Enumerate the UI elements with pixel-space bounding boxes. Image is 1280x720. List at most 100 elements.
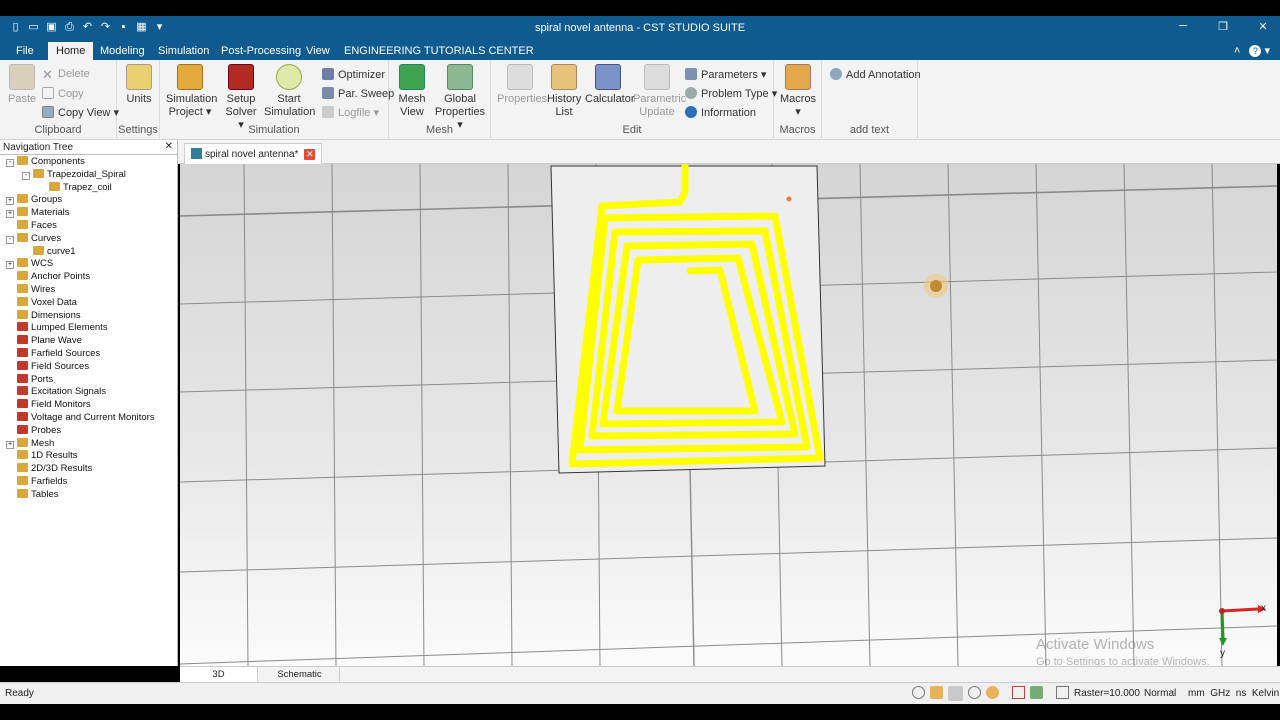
add-annotation-button[interactable]: Add Annotation — [830, 68, 921, 81]
tree-item[interactable]: Farfields — [6, 476, 67, 487]
tab-schematic[interactable]: Schematic — [260, 667, 340, 682]
tree-item[interactable]: Ports — [6, 373, 53, 385]
tree-item[interactable]: Field Monitors — [6, 399, 91, 410]
setup-solver-button[interactable]: Setup Solver ▾ — [222, 64, 260, 132]
tree-item[interactable]: Farfield Sources — [6, 348, 100, 359]
pan-icon[interactable] — [930, 686, 943, 699]
copy-button[interactable]: Copy — [42, 87, 84, 100]
zoom-icon[interactable] — [968, 686, 981, 699]
raster-readout: Raster=10.000 — [1074, 688, 1140, 699]
watermark-title: Activate Windows — [1036, 636, 1155, 653]
folder-icon — [17, 424, 28, 434]
tree-item[interactable]: Dimensions — [6, 309, 81, 321]
view-mode-readout[interactable]: Normal — [1144, 688, 1176, 699]
copy-view-button[interactable]: Copy View ▾ — [42, 106, 119, 119]
parameters-button[interactable]: Parameters ▾ — [685, 68, 766, 81]
tree-item[interactable]: - Components — [6, 156, 85, 167]
tab-post-processing[interactable]: Post-Processing — [221, 45, 301, 57]
par-sweep-button[interactable]: Par. Sweep — [322, 87, 394, 100]
3d-scene[interactable] — [180, 164, 1277, 666]
tree-item[interactable]: Probes — [6, 424, 61, 436]
tree-item[interactable]: Plane Wave — [6, 335, 82, 346]
delete-button[interactable]: ✕ Delete — [42, 68, 90, 81]
tree-item[interactable]: + Materials — [6, 207, 70, 219]
tree-expander-icon[interactable]: + — [6, 197, 14, 206]
start-simulation-button[interactable]: Start Simulation — [264, 64, 315, 119]
close-icon[interactable]: ✕ — [1252, 20, 1274, 33]
folder-icon — [17, 309, 28, 319]
tree-item[interactable]: 1D Results — [6, 450, 77, 461]
restore-icon[interactable]: ❐ — [1212, 20, 1234, 33]
optimizer-button[interactable]: Optimizer — [322, 68, 385, 81]
tree-expander-icon[interactable]: - — [22, 171, 30, 180]
grid-line — [1035, 164, 1047, 666]
tree-expander-icon[interactable]: + — [6, 261, 14, 270]
zoom-fit-icon[interactable] — [912, 686, 925, 699]
tree-item[interactable]: Voxel Data — [6, 296, 77, 308]
close-panel-icon[interactable]: ✕ — [165, 141, 173, 152]
tree-item[interactable]: Trapez_coil — [38, 181, 112, 193]
tab-home[interactable]: Home — [48, 42, 94, 60]
tree-item[interactable]: Excitation Signals — [6, 386, 106, 397]
problem-type-button[interactable]: Problem Type ▾ — [685, 87, 777, 100]
tree-item[interactable]: - Trapezoidal_Spiral — [22, 168, 126, 180]
tree-expander-icon[interactable]: + — [6, 210, 14, 219]
tree-item[interactable]: - Curves — [6, 232, 61, 244]
tab-3d[interactable]: 3D — [180, 667, 258, 682]
tab-view[interactable]: View — [306, 45, 330, 57]
tree-item[interactable]: Tables — [6, 488, 58, 500]
paste-button[interactable]: Paste — [8, 64, 36, 106]
tab-engineering-tutorials[interactable]: ENGINEERING TUTORIALS CENTER — [344, 45, 534, 57]
help-icon[interactable]: ? — [1249, 45, 1262, 57]
tree-item[interactable]: Faces — [6, 220, 57, 231]
information-button[interactable]: Information — [685, 106, 756, 119]
simulation-project-button[interactable]: Simulation Project ▾ — [166, 64, 217, 119]
minimize-icon[interactable]: ─ — [1172, 20, 1194, 33]
tree-expander-icon[interactable]: - — [6, 159, 14, 167]
units-button[interactable]: Units — [123, 64, 155, 106]
tree-expander-icon[interactable]: + — [6, 440, 14, 449]
reset-view-icon[interactable] — [986, 686, 999, 699]
folder-icon — [17, 450, 28, 460]
tree-item-label: Field Sources — [31, 360, 90, 372]
tree-item[interactable]: 2D/3D Results — [6, 463, 92, 474]
tree-item[interactable]: + WCS — [6, 258, 53, 270]
tab-simulation[interactable]: Simulation — [158, 45, 209, 57]
tree-item[interactable]: + Groups — [6, 194, 62, 206]
tree-item[interactable]: Wires — [6, 284, 55, 295]
tree-item[interactable]: curve1 — [22, 245, 76, 257]
anchor-point-marker — [786, 196, 792, 202]
tree-item[interactable]: Field Sources — [6, 360, 90, 372]
tab-file[interactable]: File — [16, 45, 34, 57]
document-tab[interactable]: spiral novel antenna* ✕ — [184, 143, 323, 164]
tree-item[interactable]: Voltage and Current Monitors — [6, 412, 155, 423]
tree-item[interactable]: Lumped Elements — [6, 322, 108, 333]
folder-icon — [17, 437, 28, 447]
history-list-button[interactable]: History List — [547, 64, 581, 119]
cube-view-icon[interactable] — [1056, 686, 1069, 699]
selection-icon[interactable] — [1012, 686, 1025, 699]
tree-expander-icon[interactable]: - — [6, 235, 14, 244]
calculator-button[interactable]: Calculator — [585, 64, 635, 106]
rotate-icon[interactable] — [948, 686, 963, 701]
macros-button[interactable]: Macros ▾ — [780, 64, 816, 119]
tree-item[interactable]: + Mesh — [6, 437, 54, 449]
properties-button[interactable]: Properties — [497, 64, 547, 106]
help-dropdown-icon[interactable]: ▾ — [1264, 45, 1270, 57]
3d-viewport[interactable]: x y Activate Windows Go to Settings to a… — [180, 164, 1277, 666]
tree-item[interactable]: Anchor Points — [6, 271, 90, 282]
logfile-button[interactable]: Logfile ▾ — [322, 106, 379, 119]
tab-modeling[interactable]: Modeling — [100, 45, 145, 57]
mesh-view-button[interactable]: Mesh View — [395, 64, 429, 119]
wireframe-icon[interactable] — [1030, 686, 1043, 699]
group-clipboard: Paste ✕ Delete Copy Copy View ▾ Clipboard — [0, 60, 119, 140]
close-tab-icon[interactable]: ✕ — [304, 149, 316, 160]
collapse-ribbon-icon[interactable]: ˄ — [1234, 45, 1240, 57]
units-readout[interactable]: mm GHz ns Kelvin — [1188, 688, 1279, 699]
parametric-update-button[interactable]: Parametric Update — [633, 64, 686, 119]
global-properties-button[interactable]: Global Properties ▾ — [433, 64, 487, 132]
